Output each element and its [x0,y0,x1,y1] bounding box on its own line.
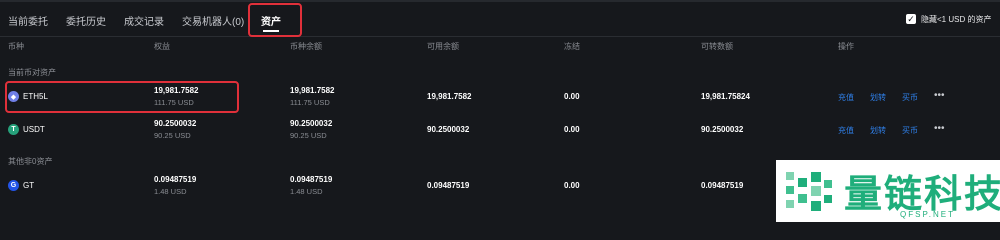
column-header-frozen: 冻结 [564,42,580,51]
column-header-coin: 币种 [8,42,24,51]
available-value: 0.09487519 [427,181,470,190]
frozen-value: 0.00 [564,92,580,101]
balance-value: 19,981.7582 [290,86,335,95]
column-header-available: 可用余额 [427,42,459,51]
transfer-button[interactable]: 划转 [870,92,886,103]
available-value: 90.2500032 [427,125,470,134]
coin-name: GT [23,181,35,190]
equity-value: 90.2500032 [154,119,197,128]
table-row-coin: T USDT [8,124,45,135]
hide-small-assets-checkbox[interactable]: ✓ [906,14,916,24]
coin-name: USDT [23,125,45,134]
buy-button[interactable]: 买币 [902,125,918,136]
balance-usd: 111.75 USD [290,98,330,107]
table-row-coin: G GT [8,180,34,191]
deposit-button[interactable]: 充值 [838,125,854,136]
column-header-balance: 币种余额 [290,42,322,51]
watermark-logo-icon [786,172,832,211]
watermark: 量链科技 QFSP.NET [776,160,1000,222]
transferable-value: 90.2500032 [701,125,744,134]
tether-icon: T [8,124,19,135]
order-tabs: 当前委托 委托历史 成交记录 交易机器人(0) 资产 [0,0,1000,37]
hide-small-assets-toggle[interactable]: ✓ 隐藏<1 USD 的资产 [906,13,991,25]
transfer-button[interactable]: 划转 [870,125,886,136]
checkmark-icon: ✓ [907,14,915,24]
balance-value: 90.2500032 [290,119,333,128]
hide-small-assets-label: 隐藏<1 USD 的资产 [921,14,992,24]
equity-usd: 1.48 USD [154,187,187,196]
buy-button[interactable]: 买币 [902,92,918,103]
transferable-value: 0.09487519 [701,181,744,190]
deposit-button[interactable]: 充值 [838,92,854,103]
more-options-icon[interactable]: ••• [934,123,945,134]
tab-order-history[interactable]: 委托历史 [66,13,106,28]
equity-usd: 90.25 USD [154,131,191,140]
section-current-pair: 当前币对资产 [8,68,56,77]
eth5l-highlight-box [5,81,239,113]
section-other-assets: 其他非0资产 [8,157,53,166]
tab-open-orders[interactable]: 当前委托 [8,13,48,28]
more-options-icon[interactable]: ••• [934,90,945,101]
assets-tab-highlight-box [248,3,302,37]
gatetoken-icon: G [8,180,19,191]
balance-value: 0.09487519 [290,175,333,184]
frozen-value: 0.00 [564,181,580,190]
watermark-url: QFSP.NET [900,210,955,219]
available-value: 19,981.7582 [427,92,472,101]
balance-usd: 90.25 USD [290,131,327,140]
equity-value: 0.09487519 [154,175,197,184]
column-header-transferable: 可转数额 [701,42,733,51]
tab-trade-history[interactable]: 成交记录 [124,13,164,28]
column-header-equity: 权益 [154,42,170,51]
tab-trading-bots[interactable]: 交易机器人(0) [182,13,244,28]
frozen-value: 0.00 [564,125,580,134]
transferable-value: 19,981.75824 [701,92,750,101]
column-header-actions: 操作 [838,42,854,51]
balance-usd: 1.48 USD [290,187,323,196]
